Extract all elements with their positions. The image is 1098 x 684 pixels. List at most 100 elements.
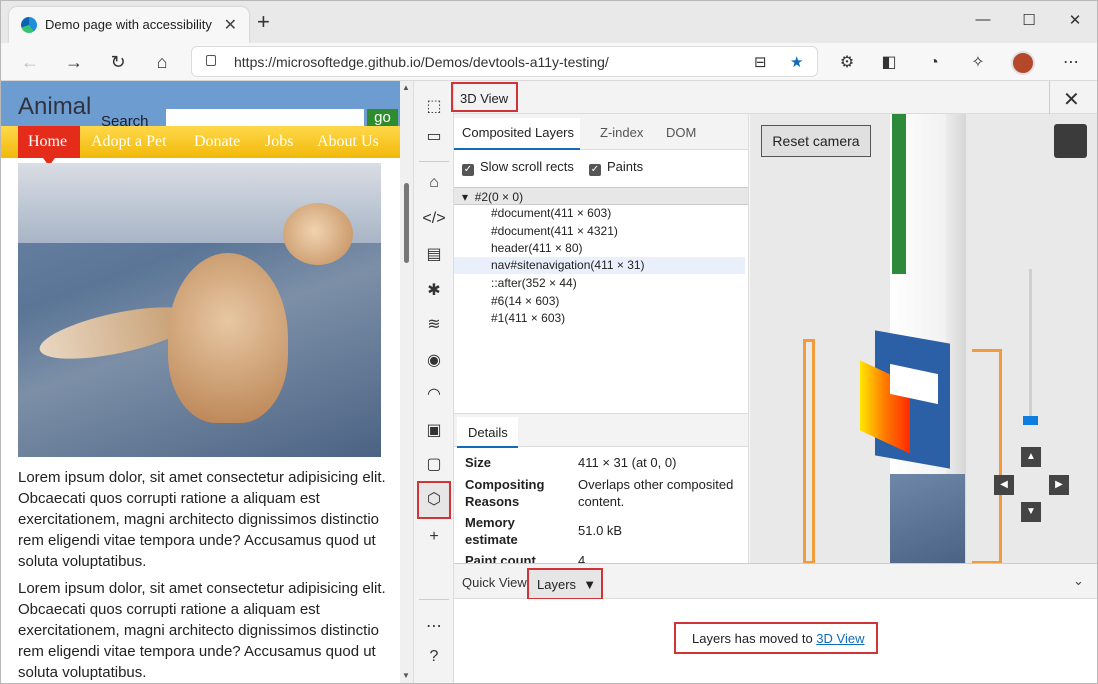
layer-tree-row[interactable]: header(411 × 80) bbox=[454, 240, 745, 257]
nav-item-jobs[interactable]: Jobs bbox=[265, 133, 293, 151]
inspect-element-icon[interactable]: ⬚ bbox=[420, 93, 448, 121]
browser-tab[interactable]: Demo page with accessibility issues ✕ bbox=[9, 7, 249, 43]
avatar[interactable] bbox=[1011, 51, 1035, 75]
site-navigation: Home Adopt a Pet Donate Jobs About Us bbox=[1, 126, 400, 166]
composited-layers-panel: Composited Layers Z-index DOM ✓ Slow scro… bbox=[454, 114, 749, 568]
scroll-up-icon[interactable]: ▲ bbox=[402, 83, 410, 92]
close-window-icon[interactable]: ✕ bbox=[1065, 11, 1085, 29]
split-screen-icon[interactable]: ◧ bbox=[877, 51, 901, 75]
quick-view-label: Quick View bbox=[462, 575, 527, 590]
layer-tree-row[interactable]: #document(411 × 603) bbox=[454, 205, 745, 222]
detail-key-size: Size bbox=[465, 455, 492, 470]
zoom-slider-thumb[interactable] bbox=[1023, 416, 1038, 425]
layer-tree-row[interactable]: #1(411 × 603) bbox=[454, 310, 745, 327]
close-devtools-icon[interactable]: ✕ bbox=[1063, 87, 1080, 112]
new-tab-button[interactable]: + bbox=[257, 9, 270, 35]
tab-dom[interactable]: DOM bbox=[666, 125, 696, 140]
network-wifi-icon[interactable]: ≋ bbox=[420, 311, 448, 339]
more-menu-icon[interactable]: ⋯ bbox=[1059, 51, 1083, 75]
issues-lightbulb-icon[interactable]: ◉ bbox=[420, 347, 448, 375]
pan-left-icon[interactable]: ◀ bbox=[994, 475, 1014, 495]
performance-gauge-icon[interactable]: ◠ bbox=[420, 381, 448, 409]
tab-title: Demo page with accessibility issues bbox=[45, 17, 215, 32]
device-emulation-icon[interactable]: ▭ bbox=[420, 123, 448, 151]
application-icon[interactable]: ▢ bbox=[420, 451, 448, 479]
more-tools-plus-icon[interactable]: + bbox=[420, 523, 448, 551]
refresh-icon[interactable]: ↻ bbox=[105, 49, 131, 75]
devtools-tabbar bbox=[454, 81, 1097, 114]
browser-window: Demo page with accessibility issues ✕ + … bbox=[0, 0, 1098, 684]
layer-tree-row-selected[interactable]: nav#sitenavigation(411 × 31) bbox=[454, 257, 745, 274]
settings-toggle-icon[interactable] bbox=[1054, 124, 1087, 158]
console-icon[interactable]: ▤ bbox=[420, 241, 448, 269]
url-text[interactable]: https://microsoftedge.github.io/Demos/de… bbox=[234, 54, 609, 70]
help-icon[interactable]: ? bbox=[420, 643, 448, 671]
scrollbar-thumb[interactable] bbox=[404, 183, 409, 263]
cat-photo bbox=[18, 163, 381, 457]
dropdown-caret-icon[interactable]: ▼ bbox=[583, 577, 596, 592]
site-logo[interactable]: Animal bbox=[18, 93, 91, 121]
layer-tree-row[interactable]: ::after(352 × 44) bbox=[454, 275, 745, 292]
layer-tree-row[interactable]: #document(411 × 4321) bbox=[454, 223, 745, 240]
maximize-icon[interactable]: ☐ bbox=[1019, 11, 1039, 29]
pan-down-icon[interactable]: ▼ bbox=[1021, 502, 1041, 522]
welcome-home-icon[interactable]: ⌂ bbox=[420, 169, 448, 197]
tab-z-index[interactable]: Z-index bbox=[600, 125, 643, 140]
expand-triangle-icon[interactable]: ▾ bbox=[462, 190, 468, 204]
paints-checkbox[interactable]: ✓ Paints bbox=[589, 159, 643, 176]
minimize-icon[interactable]: — bbox=[973, 11, 993, 28]
slow-scroll-rects-checkbox[interactable]: ✓ Slow scroll rects bbox=[462, 159, 574, 176]
tab-3d-view[interactable]: 3D View bbox=[451, 82, 518, 112]
elements-icon[interactable]: </> bbox=[420, 205, 448, 233]
edge-favicon-icon bbox=[21, 17, 37, 33]
layer-tree-root[interactable]: ▾ #2(0 × 0) bbox=[454, 187, 748, 205]
drawer-content: Layers has moved to 3D View bbox=[454, 599, 1097, 683]
scroll-down-icon[interactable]: ▼ bbox=[402, 671, 410, 680]
copilot-icon[interactable]: ✧ bbox=[966, 51, 990, 75]
zoom-slider[interactable] bbox=[1029, 269, 1032, 419]
extensions-icon[interactable]: ⚙ bbox=[835, 51, 859, 75]
tab-strip: Demo page with accessibility issues ✕ + … bbox=[1, 1, 1097, 43]
paragraph-2: Lorem ipsum dolor, sit amet consectetur … bbox=[18, 580, 386, 681]
nav-item-adopt[interactable]: Adopt a Pet bbox=[91, 133, 167, 151]
layer-tree-row[interactable]: #6(14 × 603) bbox=[454, 293, 745, 310]
layers-moved-message: Layers has moved to 3D View bbox=[674, 622, 878, 654]
tab-composited-layers[interactable]: Composited Layers bbox=[454, 118, 580, 150]
3d-view-cube-icon[interactable]: ⬡ bbox=[417, 481, 451, 519]
detail-key-compositing: Compositing Reasons bbox=[465, 477, 545, 509]
collapse-drawer-icon[interactable]: ⌄ bbox=[1073, 573, 1084, 589]
pan-right-icon[interactable]: ▶ bbox=[1049, 475, 1069, 495]
search-input[interactable] bbox=[166, 109, 364, 127]
performance-icon[interactable]: ◔ bbox=[922, 51, 946, 75]
back-icon[interactable]: ← bbox=[17, 49, 43, 75]
reset-camera-button[interactable]: Reset camera bbox=[761, 125, 871, 157]
home-icon[interactable]: ⌂ bbox=[149, 49, 175, 75]
web-page-viewport: Animal Search go Home Adopt a Pet Donate… bbox=[1, 81, 413, 683]
customize-more-icon[interactable]: ⋯ bbox=[420, 613, 448, 641]
address-bar[interactable]: https://microsoftedge.github.io/Demos/de… bbox=[191, 46, 818, 77]
details-tabbar: Details bbox=[454, 413, 748, 448]
pan-up-icon[interactable]: ▲ bbox=[1021, 447, 1041, 467]
3d-view-canvas[interactable]: Reset camera ▲ ◀ ▶ ▼ bbox=[750, 114, 1097, 563]
go-button[interactable]: go bbox=[367, 109, 398, 127]
sources-bug-icon[interactable]: ✱ bbox=[420, 277, 448, 305]
nav-item-donate[interactable]: Donate bbox=[194, 133, 240, 151]
tab-details[interactable]: Details bbox=[457, 417, 518, 448]
devtools-activity-bar: ⬚ ▭ ⌂ </> ▤ ✱ ≋ ◉ ◠ ▣ ▢ ⬡ + ⋯ ? bbox=[413, 81, 454, 683]
memory-chip-icon[interactable]: ▣ bbox=[420, 417, 448, 445]
reading-view-icon[interactable]: ⊟ bbox=[754, 53, 767, 71]
nav-item-about[interactable]: About Us bbox=[317, 133, 379, 151]
layer-tabs: Composited Layers Z-index DOM bbox=[454, 114, 748, 150]
close-tab-icon[interactable]: ✕ bbox=[224, 15, 237, 35]
favorite-star-icon[interactable]: ★ bbox=[790, 53, 803, 71]
paragraph-1: Lorem ipsum dolor, sit amet consectetur … bbox=[18, 469, 386, 570]
tab-layers[interactable]: Layers ▼ bbox=[527, 568, 603, 600]
nav-item-home[interactable]: Home bbox=[28, 133, 67, 151]
forward-icon[interactable]: → bbox=[61, 49, 87, 75]
lock-icon[interactable] bbox=[206, 55, 216, 66]
detail-value-memory: 51.0 kB bbox=[578, 523, 623, 538]
page-scrollbar[interactable]: ▲ ▼ bbox=[400, 81, 413, 683]
3d-view-link[interactable]: 3D View bbox=[816, 631, 864, 646]
address-toolbar: ← → ↻ ⌂ https://microsoftedge.github.io/… bbox=[1, 43, 1097, 81]
drawer-tabbar: Quick View Layers ▼ ⌄ bbox=[454, 563, 1097, 600]
